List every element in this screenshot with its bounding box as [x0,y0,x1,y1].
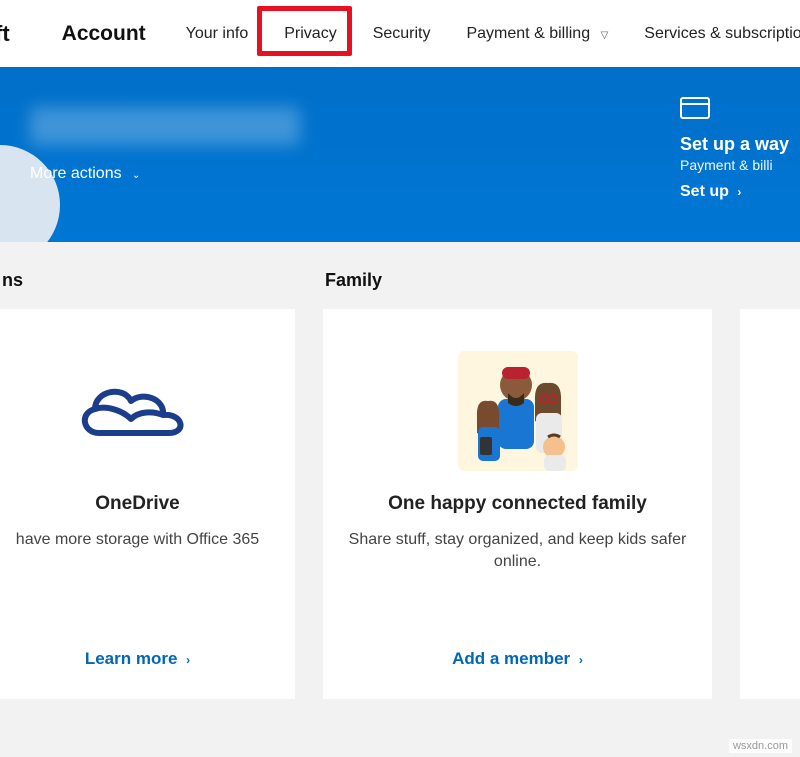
promo-title: Set up a way [680,134,796,155]
more-actions-label: More actions [30,165,122,182]
nav-payment-billing[interactable]: Payment & billing ▽ [448,15,626,53]
card-family-link[interactable]: Add a member › [452,649,583,669]
nav-security[interactable]: Security [355,15,449,53]
chevron-right-icon: › [579,653,583,667]
family-illustration [458,351,578,471]
card-family-desc: Share stuff, stay organized, and keep ki… [347,529,688,574]
card-onedrive-title: OneDrive [95,493,179,515]
nav-your-info[interactable]: Your info [168,15,267,53]
section-family: Family [323,270,712,757]
onedrive-icon [73,351,203,471]
nav-payment-billing-label: Payment & billing [466,25,590,42]
section-edge [740,270,800,757]
card-family: One happy connected family Share stuff, … [323,309,712,699]
nav-privacy[interactable]: Privacy [266,15,354,53]
top-nav: ft Account Your info Privacy Security Pa… [0,0,800,67]
card-edge-fragment [740,309,800,699]
promo-setup-link[interactable]: Set up › [680,183,796,201]
card-onedrive-link[interactable]: Learn more › [85,649,190,669]
payment-card-icon [680,97,796,124]
chevron-down-icon: ▽ [601,30,609,41]
card-onedrive-desc: have more storage with Office 365 [16,529,259,551]
section-heading-family: Family [323,270,712,291]
more-actions-button[interactable]: More actions ⌄ [30,165,140,183]
card-onedrive-link-label: Learn more [85,649,178,668]
brand-fragment: ft [0,21,10,47]
watermark: wsxdn.com [729,739,792,753]
chevron-right-icon: › [737,185,741,199]
hero-promo-card: Set up a way Payment & billi Set up › [680,97,800,201]
section-heading-edge [740,270,800,291]
avatar [0,145,60,242]
section-left: ns OneDrive have more storage with Offic… [0,270,295,757]
promo-setup-label: Set up [680,183,729,200]
nav-services-subscriptions[interactable]: Services & subscriptions [626,15,800,53]
card-family-link-label: Add a member [452,649,570,668]
user-name-redacted [30,107,300,145]
chevron-right-icon: › [186,653,190,667]
promo-subtitle: Payment & billi [680,157,796,173]
card-onedrive: OneDrive have more storage with Office 3… [0,309,295,699]
nav-title-account[interactable]: Account [62,22,146,46]
hero-banner: More actions ⌄ Set up a way Payment & bi… [0,67,800,242]
card-family-title: One happy connected family [388,493,647,515]
chevron-down-icon: ⌄ [132,170,140,181]
sections-row: ns OneDrive have more storage with Offic… [0,242,800,757]
section-heading-left: ns [0,270,295,291]
